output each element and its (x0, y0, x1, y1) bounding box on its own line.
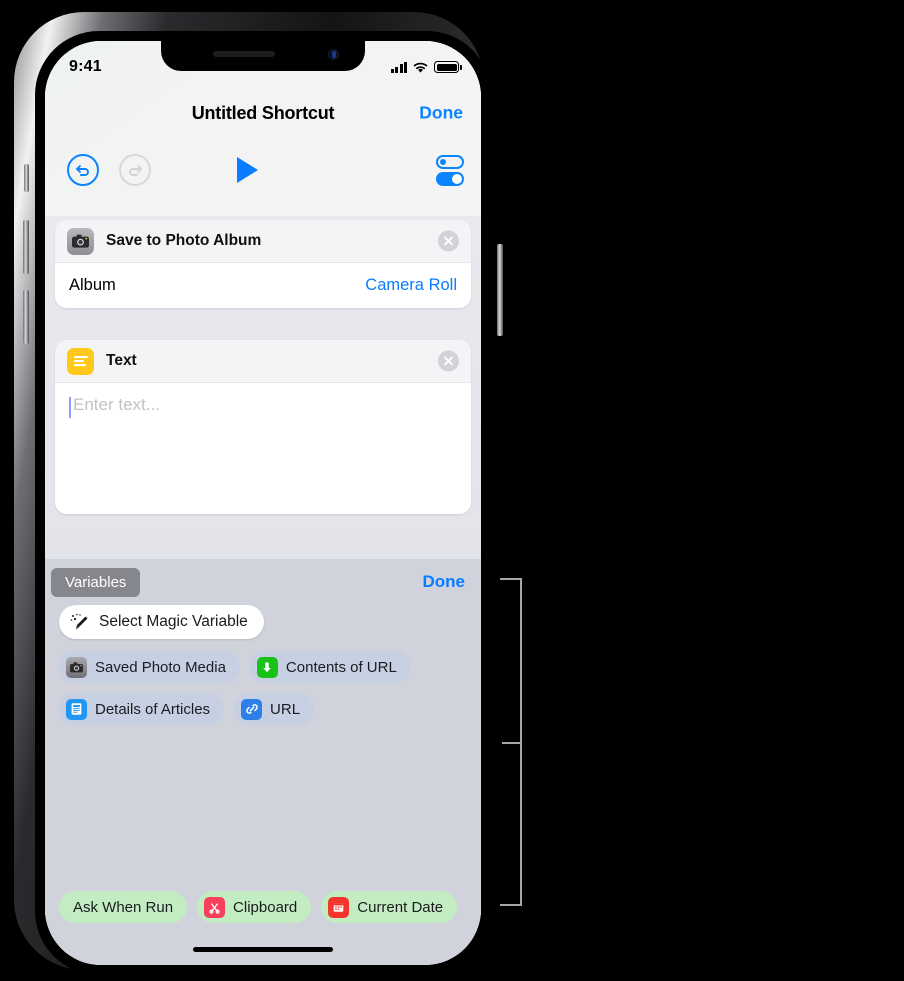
home-indicator[interactable] (193, 947, 333, 952)
variables-panel: Variables Done Select Magic Variable Sav… (45, 559, 481, 965)
settings-toggles-icon[interactable] (436, 154, 464, 186)
chip-url[interactable]: URL (234, 693, 315, 725)
chip-label: Current Date (357, 898, 444, 916)
action-title: Text (106, 352, 137, 369)
document-icon (66, 698, 87, 720)
chip-current-date[interactable]: Current Date (321, 891, 458, 923)
action-card-header: Text (55, 340, 471, 383)
variables-panel-header: Variables Done (45, 559, 481, 605)
link-icon (241, 698, 263, 720)
chip-label: Clipboard (233, 898, 298, 916)
chip-clipboard[interactable]: Clipboard (197, 891, 312, 923)
text-lines-icon (67, 347, 94, 375)
camera-icon (67, 227, 94, 255)
page-title: Untitled Shortcut (191, 102, 335, 123)
chip-label: URL (270, 700, 301, 718)
chip-saved-photo-media[interactable]: Saved Photo Media (59, 651, 240, 683)
action-card-text[interactable]: Text Enter text... (55, 340, 471, 514)
callout-bracket (500, 578, 522, 906)
action-parameter-row-album[interactable]: Album Camera Roll (55, 263, 471, 308)
volume-up-button[interactable] (23, 220, 29, 274)
undo-icon[interactable] (67, 154, 99, 186)
battery-icon (434, 61, 462, 73)
nav-done-button[interactable]: Done (419, 103, 463, 124)
mute-switch[interactable] (24, 164, 29, 192)
chip-label: Saved Photo Media (95, 658, 226, 676)
select-magic-variable-label: Select Magic Variable (99, 613, 248, 630)
magic-variable-chips-row-2: Details of Articles URL (45, 693, 481, 725)
wifi-icon (413, 62, 428, 73)
editor-toolbar (45, 139, 481, 201)
variables-done-button[interactable]: Done (423, 572, 466, 592)
front-camera-icon (328, 49, 339, 60)
device-screen: 9:41 Untitled Shortcut Done Save to Phot… (45, 41, 481, 965)
text-cursor (69, 397, 71, 418)
chip-ask-when-run[interactable]: Ask When Run (59, 891, 188, 923)
chip-contents-of-url[interactable]: Contents of URL (249, 651, 411, 683)
iphone-device-frame: 9:41 Untitled Shortcut Done Save to Phot… (14, 12, 503, 975)
parameter-value[interactable]: Camera Roll (365, 276, 457, 295)
chip-label: Contents of URL (285, 658, 397, 676)
magic-wand-icon (70, 613, 88, 629)
parameter-label: Album (69, 276, 116, 294)
special-variable-chips-row: Ask When Run Clipboard Current Date (45, 891, 481, 923)
close-circle-icon[interactable] (438, 230, 459, 252)
action-card-header: Save to Photo Album (55, 220, 471, 263)
text-placeholder: Enter text... (73, 395, 160, 414)
tab-variables[interactable]: Variables (51, 567, 141, 597)
redo-icon (119, 154, 151, 186)
chip-details-of-articles[interactable]: Details of Articles (59, 693, 225, 725)
action-card-save-to-photo-album[interactable]: Save to Photo Album Album Camera Roll (55, 220, 471, 308)
calendar-icon (328, 896, 350, 918)
magic-variable-chips-row-1: Saved Photo Media Contents of URL (45, 651, 481, 683)
cellular-bars-icon (390, 61, 407, 73)
volume-down-button[interactable] (23, 290, 29, 344)
screenshot-canvas: 9:41 Untitled Shortcut Done Save to Phot… (0, 0, 904, 981)
download-arrow-icon (256, 656, 278, 678)
chip-label: Details of Articles (95, 700, 211, 718)
status-time: 9:41 (69, 58, 102, 75)
text-input-area[interactable]: Enter text... (55, 383, 471, 514)
select-magic-variable-row: Select Magic Variable (45, 605, 481, 639)
actions-list: Save to Photo Album Album Camera Roll Te… (45, 216, 481, 559)
play-icon[interactable] (237, 157, 258, 183)
close-circle-icon[interactable] (438, 350, 459, 372)
action-title: Save to Photo Album (106, 232, 262, 249)
device-notch (161, 41, 365, 71)
navigation-bar: Untitled Shortcut Done (45, 91, 481, 135)
earpiece-speaker-icon (213, 51, 275, 57)
camera-icon (66, 656, 87, 678)
select-magic-variable-button[interactable]: Select Magic Variable (59, 605, 264, 639)
scissors-icon (204, 896, 226, 918)
power-button[interactable] (497, 244, 503, 336)
chip-label: Ask When Run (73, 898, 174, 916)
